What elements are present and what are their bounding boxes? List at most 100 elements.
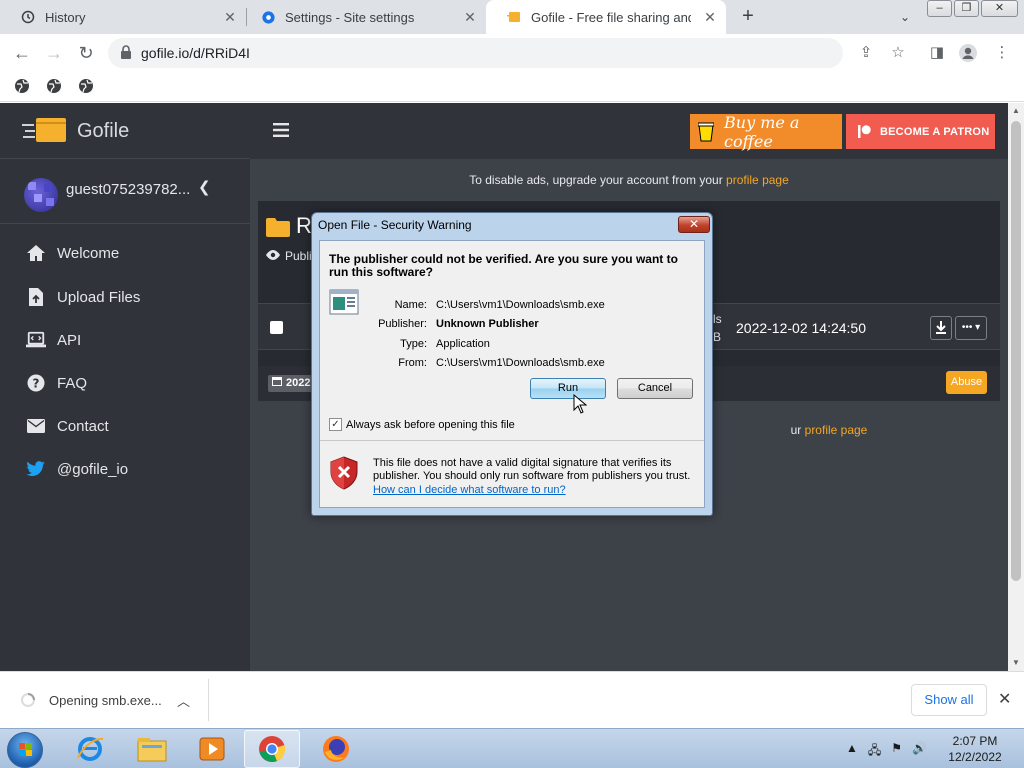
buy-me-a-coffee-button[interactable]: Buy me a coffee (690, 113, 842, 151)
always-ask-checkbox[interactable]: ✓ (329, 418, 342, 431)
chevron-up-icon[interactable]: ︿ (177, 691, 190, 710)
gear-icon (260, 9, 276, 25)
close-tab-icon[interactable]: ✕ (462, 9, 478, 25)
show-hidden-icons-icon[interactable]: ▲ (846, 741, 858, 762)
nav-label: Contact (57, 417, 109, 435)
profile-avatar-icon[interactable] (958, 43, 978, 63)
nav-api[interactable]: API (26, 328, 81, 352)
tab-gofile[interactable]: Gofile - Free file sharing and stor ✕ (486, 0, 726, 34)
nav-upload-files[interactable]: Upload Files (26, 285, 140, 309)
restore-button[interactable]: ❐ (954, 0, 979, 17)
laptop-code-icon (26, 330, 46, 350)
always-ask-row[interactable]: ✓ Always ask before opening this file (329, 418, 515, 431)
ads-text: To disable ads, upgrade your account fro… (469, 173, 723, 187)
cancel-button[interactable]: Cancel (617, 378, 693, 399)
dialog-heading: The publisher could not be verified. Are… (329, 252, 678, 279)
nav-label: API (57, 331, 82, 349)
application-icon (329, 289, 359, 315)
chrome-icon[interactable] (244, 730, 300, 768)
from-value: C:\Users\vm1\Downloads\smb.exe (436, 357, 605, 369)
more-options-button[interactable]: ••• ▾ (955, 316, 987, 340)
close-tab-icon[interactable]: ✕ (702, 9, 718, 25)
file-size-fragment: ls (713, 312, 722, 326)
internet-explorer-icon[interactable] (62, 730, 118, 768)
ads-notice: To disable ads, upgrade your account fro… (250, 173, 1008, 187)
tab-label: Settings - Site settings (285, 9, 415, 25)
logo-text[interactable]: Gofile (77, 120, 129, 143)
history-icon (20, 9, 36, 25)
scroll-thumb[interactable] (1011, 121, 1021, 581)
globe-icon[interactable] (46, 78, 62, 94)
nav-contact[interactable]: Contact (26, 414, 109, 438)
firefox-icon[interactable] (308, 730, 364, 768)
dialog-title: Open File - Security Warning (318, 218, 472, 232)
clock-time: 2:07 PM (952, 734, 998, 748)
kebab-menu-icon[interactable]: ⋮ (992, 43, 1012, 63)
nav-label: Upload Files (57, 288, 141, 306)
envelope-icon (26, 416, 46, 436)
loading-spinner-icon (20, 692, 36, 708)
scroll-up-arrow-icon[interactable]: ▲ (1012, 107, 1020, 115)
share-icon[interactable]: ⇪ (856, 43, 876, 63)
nav-welcome[interactable]: Welcome (26, 241, 119, 265)
globe-icon[interactable] (14, 78, 30, 94)
gofile-logo-icon[interactable] (22, 115, 68, 145)
reload-button[interactable]: ↻ (74, 42, 98, 64)
profile-page-link[interactable]: profile page (805, 423, 868, 437)
page-scrollbar[interactable]: ▲ ▼ (1008, 103, 1024, 671)
network-icon[interactable]: 🖧 (868, 741, 881, 762)
file-explorer-icon[interactable] (124, 730, 180, 768)
file-select-checkbox[interactable] (270, 321, 283, 334)
dialog-body: The publisher could not be verified. Are… (319, 240, 705, 508)
report-abuse-button[interactable]: Abuse (946, 371, 987, 394)
hamburger-menu-icon[interactable] (273, 123, 289, 137)
nav-label: FAQ (57, 374, 88, 392)
top-bar: Buy me a coffee BECOME A PATRON (250, 103, 1008, 159)
media-player-icon[interactable] (184, 730, 240, 768)
from-label: From: (398, 357, 427, 369)
show-all-button[interactable]: Show all (911, 684, 987, 716)
profile-page-link[interactable]: profile page (726, 173, 789, 187)
download-bar: Opening smb.exe... ︿ Show all ✕ (0, 671, 1024, 728)
system-clock[interactable]: 2:07 PM 12/2/2022 (940, 733, 1010, 765)
become-a-patron-button[interactable]: BECOME A PATRON (846, 114, 995, 149)
address-bar[interactable]: gofile.io/d/RRiD4I (108, 38, 843, 68)
close-window-button[interactable]: ✕ (981, 0, 1018, 17)
publisher-label: Publisher: (378, 318, 427, 330)
download-separator (208, 679, 209, 721)
created-date-badge: 2022 (268, 375, 315, 392)
tab-label: Gofile - Free file sharing and stor (531, 9, 691, 25)
start-button[interactable] (7, 732, 43, 768)
tab-history[interactable]: History ✕ (0, 0, 246, 34)
folder-header: R (266, 213, 312, 239)
action-center-flag-icon[interactable]: ⚑ (891, 741, 902, 762)
logo-row: Gofile (0, 103, 250, 159)
download-item-label[interactable]: Opening smb.exe... (49, 693, 162, 708)
globe-icon[interactable] (78, 78, 94, 94)
minimize-button[interactable]: – (927, 0, 952, 17)
new-tab-button[interactable]: + (737, 5, 759, 29)
download-button[interactable] (930, 316, 952, 340)
bookmark-star-icon[interactable]: ☆ (888, 43, 908, 63)
side-panel-icon[interactable]: ◨ (927, 43, 947, 63)
name-value: C:\Users\vm1\Downloads\smb.exe (436, 299, 605, 311)
close-tab-icon[interactable]: ✕ (222, 9, 238, 25)
volume-icon[interactable]: 🔊 (912, 741, 927, 762)
forward-button[interactable]: → (42, 42, 66, 64)
chevron-left-icon[interactable]: ❮ (198, 178, 211, 196)
dialog-close-button[interactable]: ✕ (678, 216, 710, 233)
help-link[interactable]: How can I decide what software to run? (373, 484, 566, 496)
nav-faq[interactable]: ? FAQ (26, 371, 87, 395)
close-icon[interactable]: ✕ (998, 689, 1011, 709)
folder-name: R (296, 213, 312, 238)
tab-search-chevron-icon[interactable]: ⌄ (896, 8, 914, 26)
twitter-icon (26, 459, 46, 479)
back-button[interactable]: ← (10, 42, 34, 64)
url-text: gofile.io/d/RRiD4I (141, 45, 250, 61)
nav-twitter[interactable]: @gofile_io (26, 457, 128, 481)
scroll-down-arrow-icon[interactable]: ▼ (1012, 659, 1020, 667)
user-row[interactable]: guest075239782... ❮ (0, 160, 250, 224)
folder-icon (266, 217, 290, 237)
run-button[interactable]: Run (530, 378, 606, 399)
tab-settings[interactable]: Settings - Site settings ✕ (240, 0, 486, 34)
